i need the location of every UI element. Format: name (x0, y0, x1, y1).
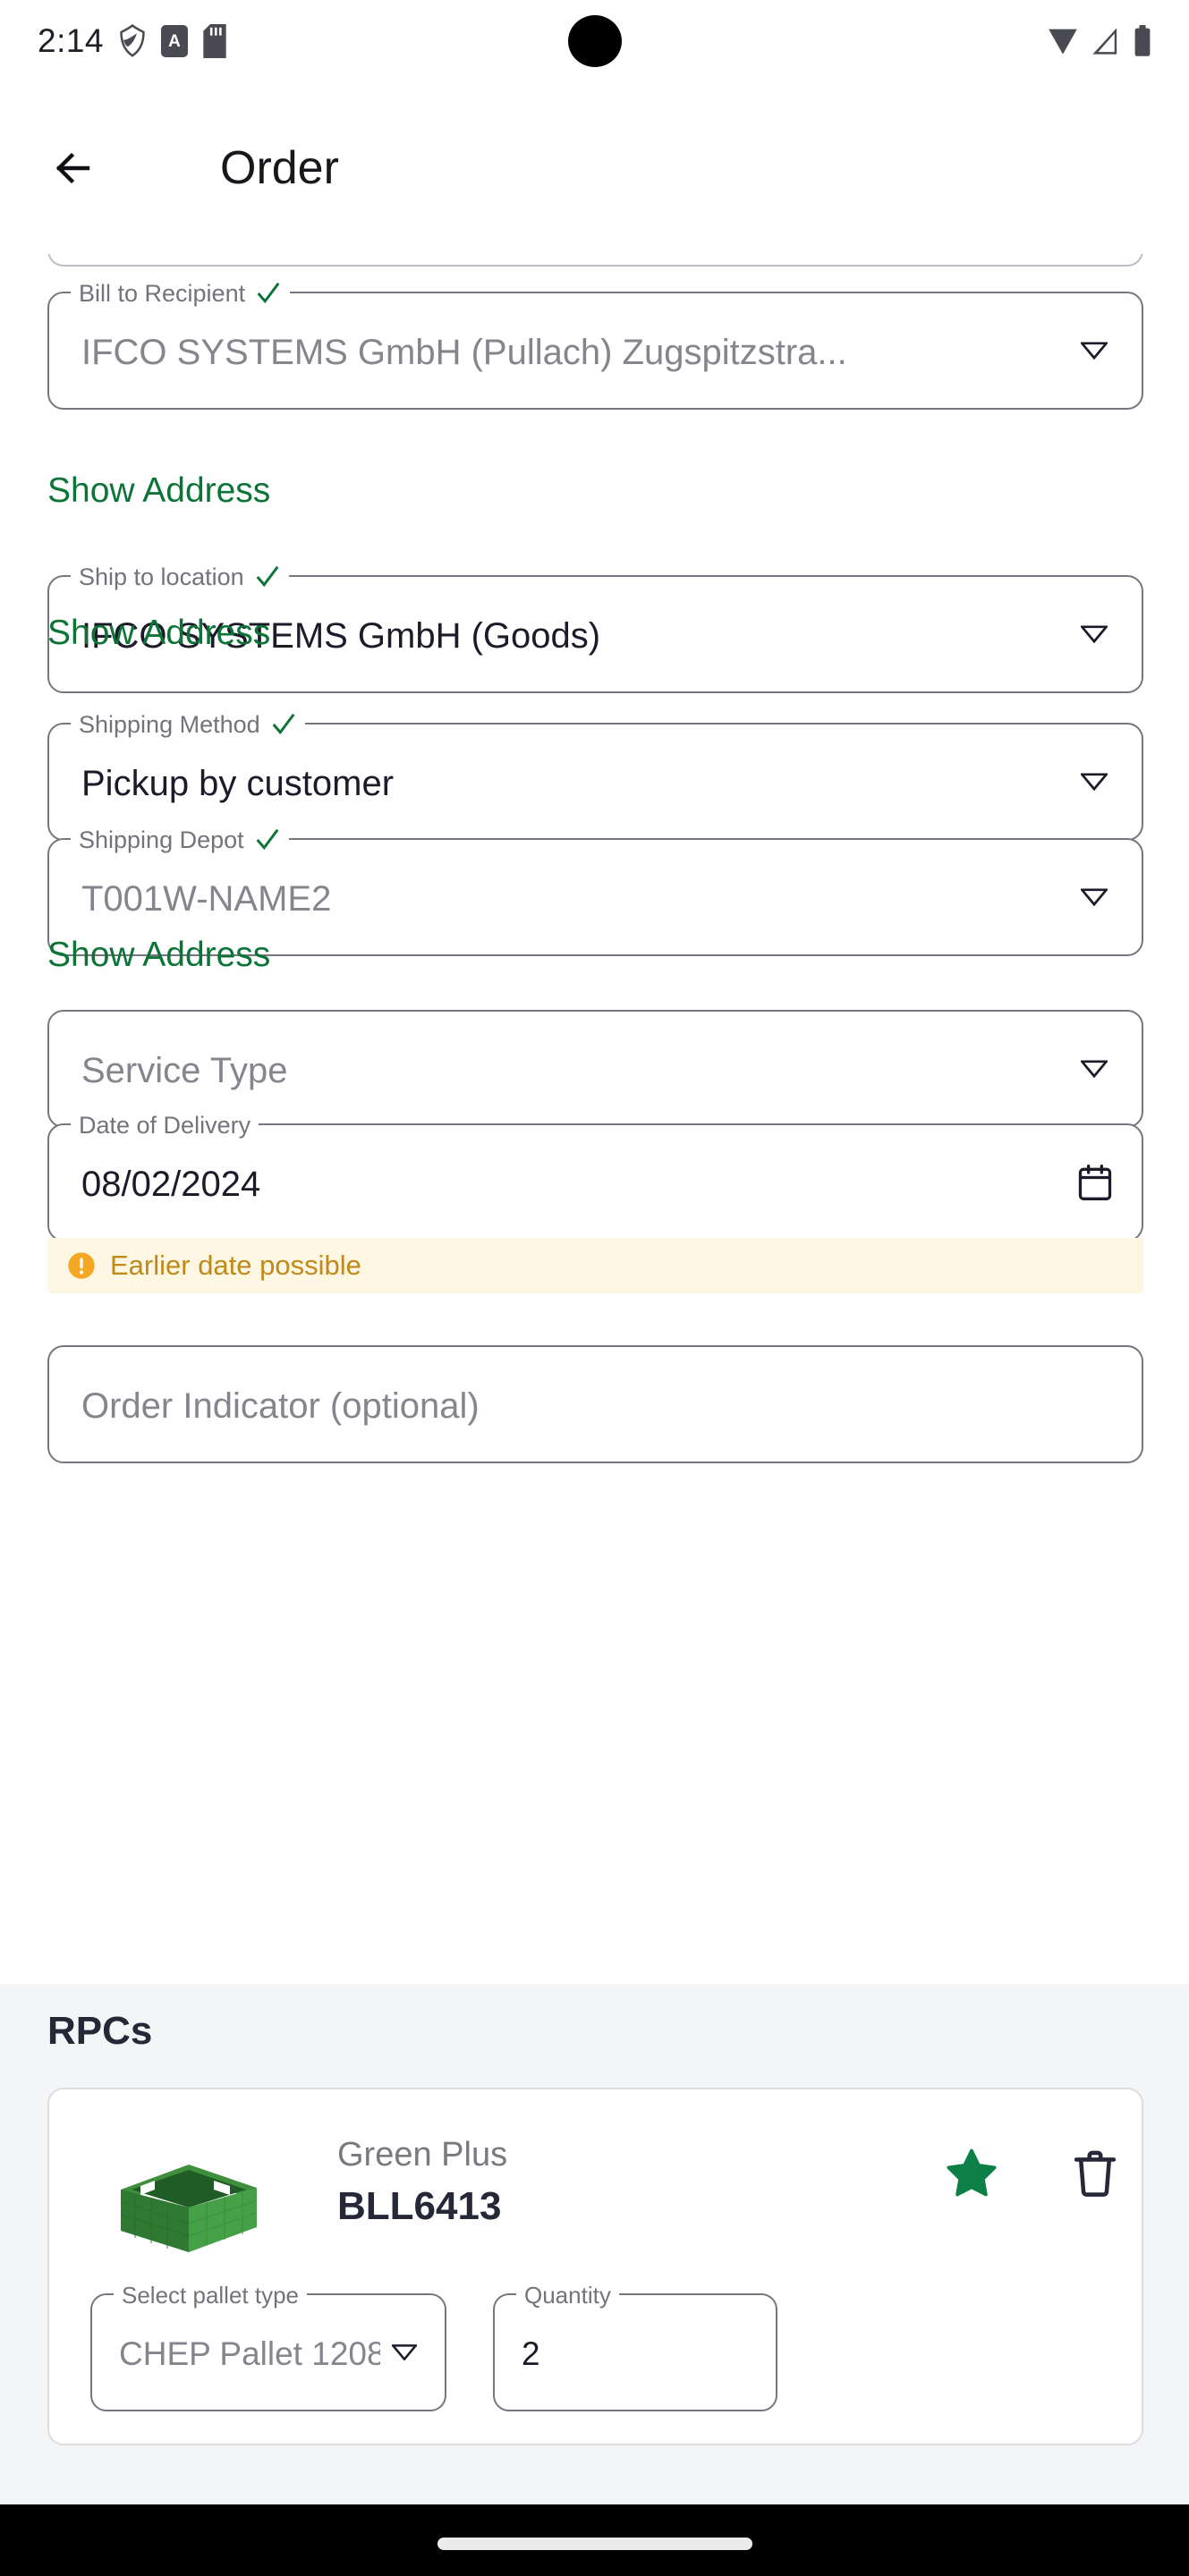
chevron-down-icon[interactable] (1079, 335, 1109, 366)
quantity-field[interactable]: Quantity 2 (493, 2280, 777, 2411)
rpc-code-label: BLL6413 (337, 2184, 502, 2228)
arrow-left-icon (52, 147, 95, 190)
badge-a-icon: A (161, 25, 189, 57)
gesture-home-pill[interactable] (437, 2538, 752, 2550)
app-bar: Order (0, 82, 1189, 254)
status-bar-right (1048, 0, 1151, 82)
show-address-link-2[interactable]: Show Address (47, 612, 270, 655)
rpcs-section: RPCs Green Plus BLL6413 Select pallet ty… (0, 1984, 1189, 2504)
system-navigation-bar (0, 2504, 1189, 2576)
date-of-delivery-field[interactable]: Date of Delivery 08/02/2024 (47, 1110, 1143, 1241)
show-address-link-3[interactable]: Show Address (47, 934, 270, 977)
rpcs-section-title: RPCs (47, 2009, 153, 2053)
date-of-delivery-value: 08/02/2024 (81, 1165, 261, 1204)
date-warning-banner: Earlier date possible (47, 1238, 1143, 1293)
sd-card-icon (203, 24, 226, 58)
chevron-down-icon[interactable] (1079, 1054, 1109, 1084)
order-indicator-placeholder: Order Indicator (optional) (81, 1386, 480, 1426)
star-icon (947, 2148, 997, 2197)
select-pallet-type-field[interactable]: Select pallet type CHEP Pallet 1208 (520… (90, 2280, 446, 2411)
shield-icon (119, 24, 146, 58)
exclamation-circle-icon (67, 1251, 96, 1280)
page-title: Order (220, 142, 339, 194)
select-pallet-type-value: CHEP Pallet 1208 (520) (119, 2335, 380, 2372)
chevron-down-icon[interactable] (1079, 882, 1109, 912)
chevron-down-icon[interactable] (1079, 767, 1109, 797)
battery-icon (1134, 25, 1151, 57)
date-warning-text: Earlier date possible (110, 1250, 361, 1281)
order-indicator-field[interactable]: Order Indicator (optional) (47, 1345, 1143, 1463)
rpc-type-label: Green Plus (337, 2136, 508, 2174)
delete-rpc-button[interactable] (1069, 2145, 1121, 2200)
trash-icon (1073, 2148, 1117, 2198)
chevron-down-icon[interactable] (389, 2337, 420, 2368)
quantity-value: 2 (522, 2335, 540, 2372)
bill-to-recipient-value: IFCO SYSTEMS GmbH (Pullach) Zugspitzstra… (81, 333, 847, 372)
show-address-link-1[interactable]: Show Address (47, 470, 270, 513)
green-crate-image (99, 2145, 260, 2252)
status-bar: 2:14 A (0, 0, 1189, 82)
camera-cutout (568, 15, 622, 67)
bill-to-recipient-field[interactable]: Bill to Recipient IFCO SYSTEMS GmbH (Pul… (47, 278, 1143, 410)
favorite-button[interactable] (944, 2145, 999, 2200)
cellular-signal-icon (1091, 26, 1121, 56)
shipping-method-field[interactable]: Shipping Method Pickup by customer (47, 709, 1143, 841)
back-button[interactable] (38, 132, 109, 204)
partial-field-above (47, 254, 1143, 267)
app-screen: 2:14 A Order Bill to Recipient IFCO SYST… (0, 0, 1189, 2576)
status-bar-left: 2:14 A (38, 0, 226, 82)
chevron-down-icon[interactable] (1079, 619, 1109, 649)
calendar-icon[interactable] (1075, 1163, 1115, 1202)
wifi-icon (1048, 26, 1078, 56)
rpc-card[interactable]: Green Plus BLL6413 Select pallet type CH… (47, 2088, 1143, 2445)
status-time: 2:14 (38, 22, 105, 59)
form-scroll-container[interactable]: Bill to Recipient IFCO SYSTEMS GmbH (Pul… (0, 254, 1189, 2504)
